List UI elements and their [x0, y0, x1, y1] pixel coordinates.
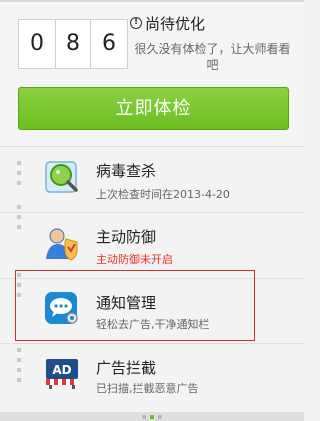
virus-scan-icon — [44, 159, 80, 195]
check-now-button[interactable]: 立即体检 — [18, 87, 289, 130]
list-item-ad-block[interactable]: AD 广告拦截 已扫描,拦截恶意广告 — [0, 344, 304, 410]
info-icon: ! — [130, 17, 142, 29]
svg-text:AD: AD — [52, 363, 71, 377]
highlight-box — [15, 270, 255, 341]
status-heading: ! 尚待优化 — [128, 14, 298, 34]
item-title: 病毒查杀 — [96, 162, 157, 180]
item-subtitle-warning: 主动防御未开启 — [96, 253, 173, 266]
page-indicator[interactable] — [142, 415, 146, 419]
health-score-box: 0 8 6 — [18, 19, 128, 69]
item-subtitle: 上次检查时间在2013-4-20 — [96, 188, 230, 201]
status-title: 尚待优化 — [145, 15, 206, 33]
score-digit: 8 — [55, 20, 91, 68]
item-subtitle: 已扫描,拦截恶意广告 — [96, 382, 199, 395]
drag-handle-icon[interactable] — [17, 348, 23, 388]
status-description: 很久没有体检了，让大师看看吧 — [134, 42, 291, 72]
page-indicator-active[interactable] — [150, 415, 154, 419]
drag-handle-icon[interactable] — [17, 205, 23, 235]
score-digit: 0 — [30, 31, 44, 56]
shield-user-icon — [44, 225, 80, 261]
score-digit: 6 — [102, 31, 116, 56]
list-item-virus-scan[interactable]: 病毒查杀 上次检查时间在2013-4-20 — [0, 147, 304, 213]
item-title: 主动防御 — [96, 228, 157, 246]
ad-block-icon: AD — [44, 354, 80, 390]
top-edge — [0, 0, 304, 2]
item-title: 广告拦截 — [96, 359, 157, 377]
drag-handle-icon[interactable] — [17, 161, 23, 191]
page-indicator[interactable] — [158, 415, 162, 419]
